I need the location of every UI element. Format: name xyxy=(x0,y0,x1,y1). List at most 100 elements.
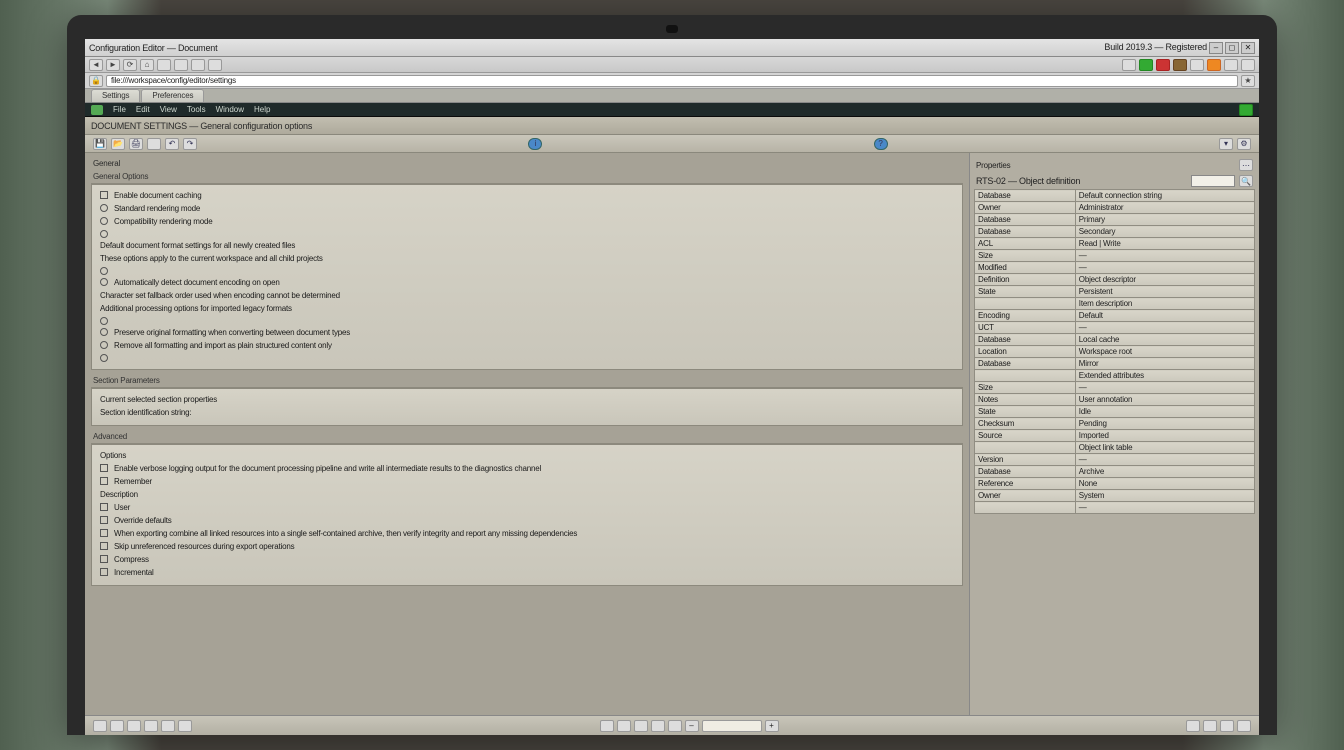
ext-icon[interactable] xyxy=(1190,59,1204,71)
checkbox-icon[interactable] xyxy=(100,542,108,550)
property-value[interactable]: Imported xyxy=(1075,430,1254,442)
checkbox-icon[interactable] xyxy=(100,568,108,576)
option-row[interactable] xyxy=(100,352,954,363)
reload-button[interactable]: ⟳ xyxy=(123,59,137,71)
radio-icon[interactable] xyxy=(100,217,108,225)
property-value[interactable]: — xyxy=(1075,382,1254,394)
tab[interactable]: Settings xyxy=(91,89,140,102)
view-mode-icon[interactable] xyxy=(668,720,682,732)
undo-icon[interactable]: ↶ xyxy=(165,138,179,150)
status-icon[interactable] xyxy=(110,720,124,732)
property-value[interactable]: Persistent xyxy=(1075,286,1254,298)
bookmark-button[interactable]: ★ xyxy=(1241,75,1255,87)
toolbar-button[interactable] xyxy=(191,59,205,71)
property-value[interactable]: Default connection string xyxy=(1075,190,1254,202)
radio-icon[interactable] xyxy=(100,354,108,362)
property-row[interactable]: Size— xyxy=(975,382,1255,394)
property-value[interactable]: Local cache xyxy=(1075,334,1254,346)
property-row[interactable]: OwnerSystem xyxy=(975,490,1255,502)
option-row[interactable]: User xyxy=(100,501,954,514)
property-value[interactable]: Administrator xyxy=(1075,202,1254,214)
panel-menu-icon[interactable]: ⋯ xyxy=(1239,159,1253,171)
property-value[interactable]: Primary xyxy=(1075,214,1254,226)
home-button[interactable]: ⌂ xyxy=(140,59,154,71)
property-value[interactable]: System xyxy=(1075,490,1254,502)
radio-icon[interactable] xyxy=(100,267,108,275)
ext-icon[interactable] xyxy=(1224,59,1238,71)
properties-filter-field[interactable] xyxy=(1191,175,1235,187)
property-row[interactable]: UCT— xyxy=(975,322,1255,334)
option-row[interactable]: Enable document caching xyxy=(100,189,954,202)
view-mode-icon[interactable] xyxy=(600,720,614,732)
property-value[interactable]: Secondary xyxy=(1075,226,1254,238)
save-icon[interactable]: 💾 xyxy=(93,138,107,150)
status-icon[interactable] xyxy=(93,720,107,732)
option-row[interactable] xyxy=(100,265,954,276)
property-value[interactable]: Object descriptor xyxy=(1075,274,1254,286)
property-value[interactable]: None xyxy=(1075,478,1254,490)
settings-icon[interactable]: ⚙ xyxy=(1237,138,1251,150)
property-row[interactable]: — xyxy=(975,502,1255,514)
property-row[interactable]: Object link table xyxy=(975,442,1255,454)
ext-icon[interactable] xyxy=(1207,59,1221,71)
property-value[interactable]: Object link table xyxy=(1075,442,1254,454)
checkbox-icon[interactable] xyxy=(100,555,108,563)
redo-icon[interactable]: ↷ xyxy=(183,138,197,150)
maximize-button[interactable]: ◻ xyxy=(1225,42,1239,54)
property-row[interactable]: StatePersistent xyxy=(975,286,1255,298)
property-value[interactable]: Read | Write xyxy=(1075,238,1254,250)
menu-item[interactable]: Tools xyxy=(187,105,206,114)
property-row[interactable]: LocationWorkspace root xyxy=(975,346,1255,358)
property-value[interactable]: — xyxy=(1075,454,1254,466)
property-row[interactable]: StateIdle xyxy=(975,406,1255,418)
toolbar-button[interactable] xyxy=(174,59,188,71)
zoom-field[interactable] xyxy=(702,720,762,732)
property-row[interactable]: OwnerAdministrator xyxy=(975,202,1255,214)
property-value[interactable]: Mirror xyxy=(1075,358,1254,370)
option-row[interactable]: Skip unreferenced resources during expor… xyxy=(100,540,954,553)
open-icon[interactable]: 📂 xyxy=(111,138,125,150)
checkbox-icon[interactable] xyxy=(100,464,108,472)
ext-icon[interactable] xyxy=(1139,59,1153,71)
menu-item[interactable]: Help xyxy=(254,105,270,114)
minimize-button[interactable]: – xyxy=(1209,42,1223,54)
property-value[interactable]: — xyxy=(1075,322,1254,334)
radio-icon[interactable] xyxy=(100,230,108,238)
zoom-in-button[interactable]: + xyxy=(765,720,779,732)
collapse-icon[interactable]: ▾ xyxy=(1219,138,1233,150)
menu-item[interactable]: View xyxy=(160,105,177,114)
checkbox-icon[interactable] xyxy=(100,191,108,199)
radio-icon[interactable] xyxy=(100,317,108,325)
option-row[interactable]: Incremental xyxy=(100,566,954,579)
checkbox-icon[interactable] xyxy=(100,529,108,537)
option-row[interactable]: Standard rendering mode xyxy=(100,202,954,215)
back-button[interactable]: ◄ xyxy=(89,59,103,71)
checkbox-icon[interactable] xyxy=(100,516,108,524)
checkbox-icon[interactable] xyxy=(100,503,108,511)
option-row[interactable]: When exporting combine all linked resour… xyxy=(100,527,954,540)
ext-icon[interactable] xyxy=(1173,59,1187,71)
info-icon[interactable]: i xyxy=(528,138,542,150)
radio-icon[interactable] xyxy=(100,328,108,336)
property-value[interactable]: — xyxy=(1075,262,1254,274)
radio-icon[interactable] xyxy=(100,341,108,349)
property-row[interactable]: Item description xyxy=(975,298,1255,310)
radio-icon[interactable] xyxy=(100,204,108,212)
status-icon[interactable] xyxy=(178,720,192,732)
option-row[interactable]: Enable verbose logging output for the do… xyxy=(100,462,954,475)
property-value[interactable]: User annotation xyxy=(1075,394,1254,406)
property-row[interactable]: ReferenceNone xyxy=(975,478,1255,490)
property-value[interactable]: Default xyxy=(1075,310,1254,322)
option-row[interactable]: Compress xyxy=(100,553,954,566)
property-row[interactable]: Modified— xyxy=(975,262,1255,274)
property-row[interactable]: DatabaseMirror xyxy=(975,358,1255,370)
property-value[interactable]: — xyxy=(1075,250,1254,262)
toolbar-button[interactable] xyxy=(208,59,222,71)
property-row[interactable]: DatabaseArchive xyxy=(975,466,1255,478)
menu-item[interactable]: Edit xyxy=(136,105,150,114)
status-icon[interactable] xyxy=(161,720,175,732)
property-row[interactable]: ChecksumPending xyxy=(975,418,1255,430)
address-field[interactable]: file:///workspace/config/editor/settings xyxy=(106,75,1238,87)
radio-icon[interactable] xyxy=(100,278,108,286)
property-value[interactable]: Workspace root xyxy=(1075,346,1254,358)
